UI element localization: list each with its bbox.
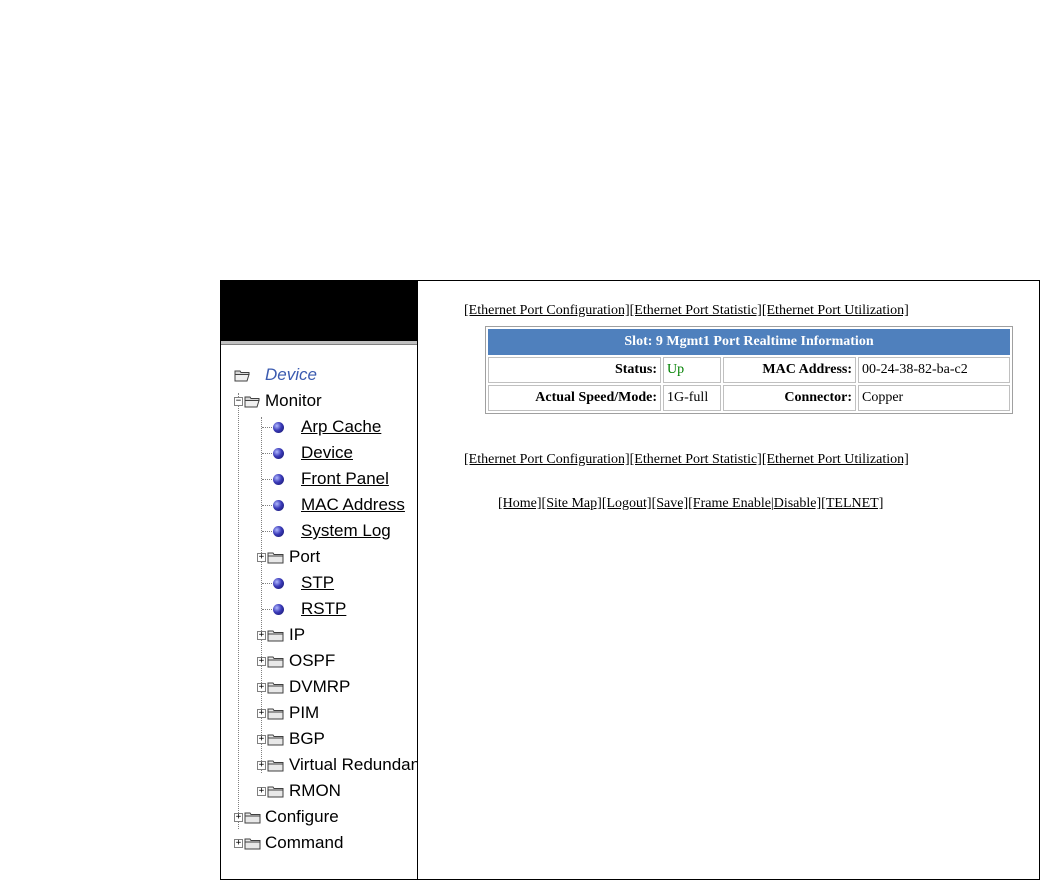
connector-label: Connector: xyxy=(723,385,856,411)
top-link-bar: [Ethernet Port Configuration][Ethernet P… xyxy=(464,303,1034,319)
ethernet-port-statistic-link[interactable]: [Ethernet Port Statistic] xyxy=(630,303,762,318)
tree-item-rmon[interactable]: + RMON xyxy=(221,779,417,803)
ethernet-port-utilization-link[interactable]: [Ethernet Port Utilization] xyxy=(762,452,909,467)
telnet-link[interactable]: [TELNET] xyxy=(821,496,883,511)
footer-links: [Home][Site Map][Logout][Save][Frame Ena… xyxy=(498,496,883,512)
tree-item-port[interactable]: + Port xyxy=(221,545,417,569)
tree-item-label: Port xyxy=(289,547,321,566)
tree-item-system-log[interactable]: System Log xyxy=(221,519,417,543)
tree-item-device[interactable]: Device xyxy=(221,441,417,465)
ethernet-port-configuration-link[interactable]: [Ethernet Port Configuration] xyxy=(464,452,630,467)
bottom-link-bar: [Ethernet Port Configuration][Ethernet P… xyxy=(464,452,1034,468)
expand-icon[interactable]: + xyxy=(234,839,243,848)
tree-item-label: RMON xyxy=(289,781,341,800)
expand-icon[interactable]: + xyxy=(257,761,266,770)
folder-closed-icon xyxy=(244,812,261,824)
page-bullet-icon xyxy=(273,526,284,537)
ethernet-port-statistic-link[interactable]: [Ethernet Port Statistic] xyxy=(630,452,762,467)
tree-item-label: IP xyxy=(289,625,306,644)
expand-icon[interactable]: + xyxy=(257,709,266,718)
frame-disable-link[interactable]: Disable] xyxy=(774,496,821,511)
nav-header-banner xyxy=(221,281,417,341)
folder-open-icon xyxy=(234,370,250,382)
tree-item-configure[interactable]: + Configure xyxy=(221,805,417,829)
tree-item-ip[interactable]: + IP xyxy=(221,623,417,647)
tree-item-mac-address[interactable]: MAC Address xyxy=(221,493,417,517)
tree-item-label: Monitor xyxy=(265,391,322,410)
frame-enable-link[interactable]: [Frame Enable xyxy=(688,496,771,511)
tree-root-label: Device xyxy=(265,365,317,384)
tree-item-monitor[interactable]: − Monitor xyxy=(221,389,417,413)
tree-item-label: Configure xyxy=(265,807,339,826)
tree-item-pim[interactable]: + PIM xyxy=(221,701,417,725)
page-bullet-icon xyxy=(273,422,284,433)
port-info-table: Slot: 9 Mgmt1 Port Realtime Information … xyxy=(485,326,1013,414)
tree-item-label: BGP xyxy=(289,729,325,748)
logout-link[interactable]: [Logout] xyxy=(602,496,652,511)
tree-item-virtual-redundancy[interactable]: + Virtual Redundancy xyxy=(221,753,417,777)
page-bullet-icon xyxy=(273,474,284,485)
folder-open-icon xyxy=(244,396,260,408)
ethernet-port-utilization-link[interactable]: [Ethernet Port Utilization] xyxy=(762,303,909,318)
tree-item-command[interactable]: + Command xyxy=(221,831,417,855)
content-pane: [Ethernet Port Configuration][Ethernet P… xyxy=(418,281,1039,879)
save-link[interactable]: [Save] xyxy=(652,496,689,511)
page-bullet-icon xyxy=(273,448,284,459)
tree-item-label: Command xyxy=(265,833,344,852)
status-value: Up xyxy=(663,357,721,383)
tree-item-ospf[interactable]: + OSPF xyxy=(221,649,417,673)
table-title: Slot: 9 Mgmt1 Port Realtime Information xyxy=(488,329,1010,355)
tree-item-stp[interactable]: STP xyxy=(221,571,417,595)
folder-closed-icon xyxy=(267,734,284,746)
folder-closed-icon xyxy=(267,708,284,720)
folder-closed-icon xyxy=(267,786,284,798)
expand-icon[interactable]: + xyxy=(257,657,266,666)
folder-closed-icon xyxy=(267,682,284,694)
page-bullet-icon xyxy=(273,578,284,589)
browser-frame: Device − Monitor Arp Cache Device Front … xyxy=(220,280,1040,880)
tree-link-label[interactable]: Device xyxy=(301,441,353,465)
status-label: Status: xyxy=(488,357,661,383)
mac-address-value: 00-24-38-82-ba-c2 xyxy=(858,357,1010,383)
tree-item-rstp[interactable]: RSTP xyxy=(221,597,417,621)
expand-icon[interactable]: + xyxy=(257,787,266,796)
ethernet-port-configuration-link[interactable]: [Ethernet Port Configuration] xyxy=(464,303,630,318)
tree-item-label: PIM xyxy=(289,703,320,722)
home-link[interactable]: [Home] xyxy=(498,496,542,511)
tree-link-label[interactable]: Arp Cache xyxy=(301,415,381,439)
page-bullet-icon xyxy=(273,604,284,615)
tree-item-label: DVMRP xyxy=(289,677,351,696)
folder-closed-icon xyxy=(267,656,284,668)
expand-icon[interactable]: + xyxy=(257,553,266,562)
tree-link-label[interactable]: MAC Address xyxy=(301,493,405,517)
tree-link-label[interactable]: RSTP xyxy=(301,597,346,621)
folder-closed-icon xyxy=(267,760,284,772)
nav-header-divider xyxy=(221,341,417,345)
collapse-icon[interactable]: − xyxy=(234,397,243,406)
tree-item-label: OSPF xyxy=(289,651,336,670)
speed-mode-value: 1G-full xyxy=(663,385,721,411)
tree-item-bgp[interactable]: + BGP xyxy=(221,727,417,751)
tree-link-label[interactable]: Front Panel xyxy=(301,467,389,491)
navigation-pane: Device − Monitor Arp Cache Device Front … xyxy=(221,281,418,879)
expand-icon[interactable]: + xyxy=(234,813,243,822)
tree-item-label: Virtual Redundancy xyxy=(289,755,417,774)
page-bullet-icon xyxy=(273,500,284,511)
folder-closed-icon xyxy=(267,630,284,642)
speed-mode-label: Actual Speed/Mode: xyxy=(488,385,661,411)
expand-icon[interactable]: + xyxy=(257,735,266,744)
expand-icon[interactable]: + xyxy=(257,683,266,692)
connector-value: Copper xyxy=(858,385,1010,411)
expand-icon[interactable]: + xyxy=(257,631,266,640)
site-map-link[interactable]: [Site Map] xyxy=(542,496,602,511)
tree-item-arp-cache[interactable]: Arp Cache xyxy=(221,415,417,439)
tree-item-front-panel[interactable]: Front Panel xyxy=(221,467,417,491)
folder-closed-icon xyxy=(267,552,284,564)
tree-item-dvmrp[interactable]: + DVMRP xyxy=(221,675,417,699)
mac-address-label: MAC Address: xyxy=(723,357,856,383)
folder-closed-icon xyxy=(244,838,261,850)
tree-root-device[interactable]: Device xyxy=(221,363,417,387)
tree-link-label[interactable]: System Log xyxy=(301,519,391,543)
tree-link-label[interactable]: STP xyxy=(301,571,334,595)
